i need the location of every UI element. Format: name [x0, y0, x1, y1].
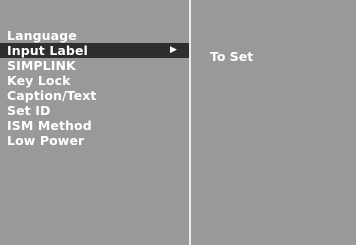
menu-item-input-label[interactable]: Input Label ▶ [0, 43, 189, 58]
menu-item-label: Low Power [7, 133, 85, 148]
menu-item-label: Caption/Text [7, 88, 97, 103]
menu-item-simplink[interactable]: SIMPLINK [0, 58, 189, 73]
right-triangle-icon: ▶ [170, 45, 178, 55]
menu-item-label: Language [7, 28, 77, 43]
menu-item-language[interactable]: Language [0, 28, 189, 43]
submenu-item-to-set[interactable]: To Set [210, 49, 253, 64]
menu-item-label: Set ID [7, 103, 51, 118]
main-menu-list: Language Input Label ▶ SIMPLINK Key Lock… [0, 28, 189, 148]
menu-item-low-power[interactable]: Low Power [0, 133, 189, 148]
menu-item-label: ISM Method [7, 118, 92, 133]
osd-menu-window: Language Input Label ▶ SIMPLINK Key Lock… [0, 0, 356, 245]
main-menu-pane: Language Input Label ▶ SIMPLINK Key Lock… [0, 0, 189, 245]
menu-item-key-lock[interactable]: Key Lock [0, 73, 189, 88]
menu-item-set-id[interactable]: Set ID [0, 103, 189, 118]
menu-item-label: Input Label [7, 43, 88, 58]
menu-item-label: Key Lock [7, 73, 71, 88]
submenu-pane: To Set [191, 0, 356, 245]
menu-item-label: SIMPLINK [7, 58, 76, 73]
menu-item-caption-text[interactable]: Caption/Text [0, 88, 189, 103]
menu-item-ism-method[interactable]: ISM Method [0, 118, 189, 133]
